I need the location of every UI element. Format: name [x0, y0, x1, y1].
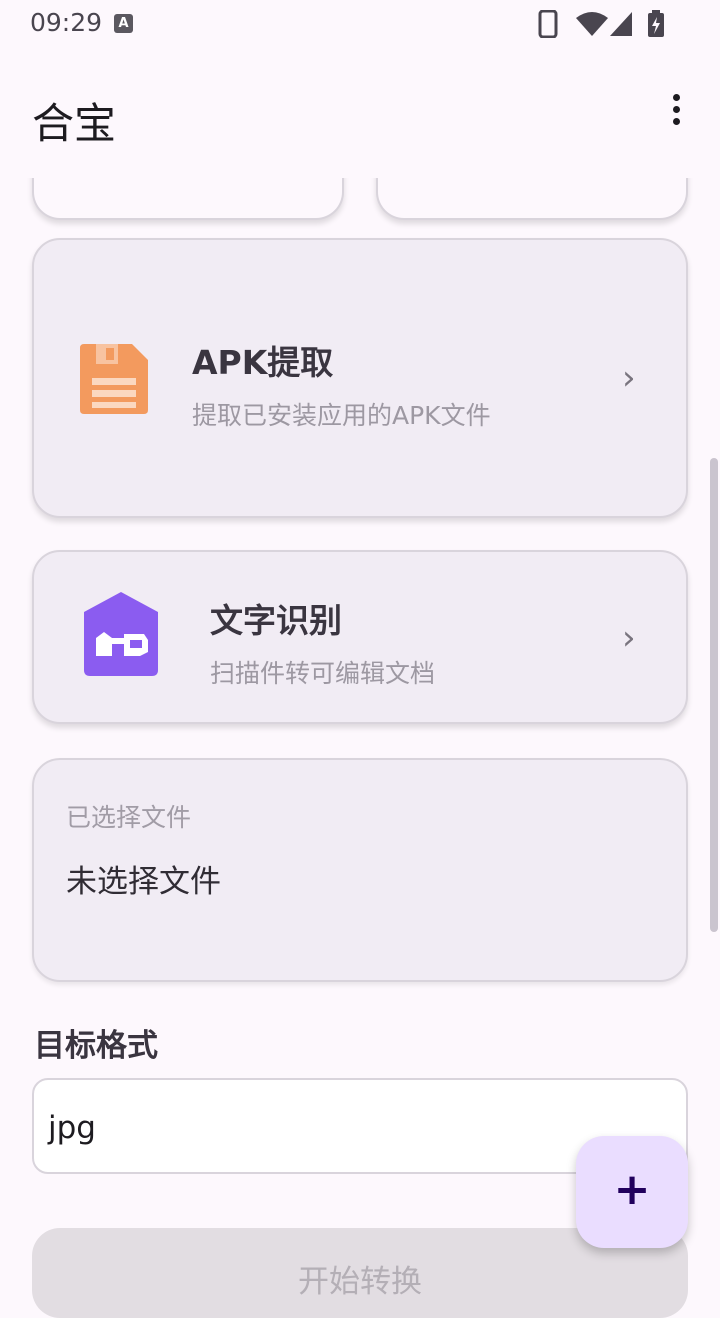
add-fab-button[interactable]: + — [576, 1136, 688, 1248]
selected-file-value: 未选择文件 — [66, 864, 221, 900]
ocr-card[interactable]: 文字识别 扫描件转可编辑文档 › — [32, 550, 688, 724]
card-title: 文字识别 — [210, 601, 342, 640]
card-title: APK提取 — [192, 343, 334, 382]
selected-file-box[interactable]: 已选择文件 未选择文件 — [32, 758, 688, 982]
apk-extract-card[interactable]: APK提取 提取已安装应用的APK文件 › — [32, 238, 688, 518]
notification-badge-icon: A — [114, 14, 133, 33]
format-value: jpg — [48, 1110, 96, 1146]
status-time: 09:29 — [30, 8, 103, 37]
scrollbar[interactable] — [710, 458, 718, 932]
status-bar: 09:29 A — [0, 0, 720, 50]
signal-icon — [610, 12, 632, 36]
chevron-right-icon: › — [622, 358, 636, 398]
more-vert-icon[interactable] — [660, 94, 692, 134]
add-icon: + — [613, 1164, 651, 1215]
phone-icon — [538, 10, 558, 38]
selected-file-label: 已选择文件 — [66, 803, 192, 832]
chevron-right-icon: › — [622, 618, 636, 658]
card-subtitle: 扫描件转可编辑文档 — [210, 659, 436, 688]
start-convert-label: 开始转换 — [298, 1264, 422, 1300]
app-title: 合宝 — [32, 99, 117, 148]
battery-charging-icon — [648, 10, 664, 37]
app-bar: 合宝 — [0, 50, 720, 178]
target-format-label: 目标格式 — [34, 1028, 158, 1064]
save-disk-icon — [80, 344, 148, 414]
wifi-icon — [576, 12, 608, 36]
scan-house-icon — [84, 592, 158, 676]
card-subtitle: 提取已安装应用的APK文件 — [192, 401, 491, 430]
